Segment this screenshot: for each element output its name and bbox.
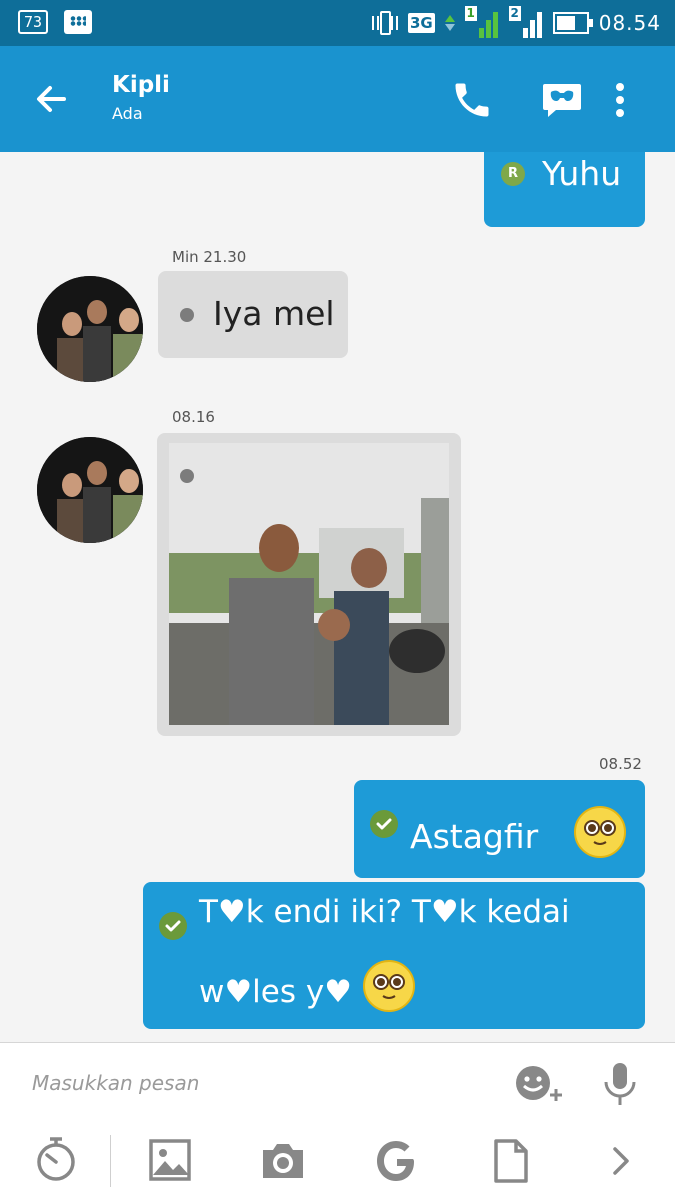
google-icon[interactable] — [375, 1139, 419, 1183]
message-text: Yuhu — [542, 154, 622, 193]
message-text-line-2: w♥les y♥ — [199, 974, 352, 1010]
timer-icon[interactable] — [34, 1135, 78, 1183]
contact-name[interactable]: Kipli — [112, 72, 170, 98]
message-list[interactable]: R Yuhu Min 21.30 Iya mel 08.16 08.52 Ast… — [0, 152, 675, 1042]
contact-avatar[interactable] — [37, 437, 143, 543]
back-arrow-icon[interactable] — [30, 78, 72, 120]
message-input[interactable] — [32, 1071, 482, 1095]
message-text: Iya mel — [213, 294, 335, 333]
battery-icon — [552, 12, 593, 34]
read-status-icon: R — [501, 162, 525, 186]
bbm-video-icon[interactable] — [540, 78, 584, 122]
bbm-notification-icon — [64, 10, 93, 34]
message-text: Astagfir — [410, 817, 539, 856]
unread-dot-icon — [180, 308, 194, 322]
message-timestamp: 08.16 — [172, 408, 215, 426]
contact-avatar[interactable] — [37, 276, 143, 382]
toolbar-divider — [110, 1135, 111, 1187]
shared-photo[interactable] — [169, 443, 449, 725]
incoming-message[interactable]: Iya mel — [158, 271, 348, 358]
emoji-add-icon[interactable] — [513, 1063, 565, 1103]
chat-header: Kipli Ada — [0, 46, 675, 152]
delivered-check-icon — [159, 912, 187, 940]
clock: 08.54 — [598, 11, 661, 35]
pleading-face-emoji — [363, 960, 415, 1012]
message-timestamp: 08.52 — [599, 755, 642, 773]
network-type-label: 3G — [407, 13, 435, 33]
composer — [0, 1042, 675, 1200]
gallery-icon[interactable] — [149, 1139, 191, 1181]
microphone-icon[interactable] — [600, 1061, 640, 1107]
data-activity-icon — [444, 15, 455, 31]
contact-status: Ada — [112, 104, 143, 123]
outgoing-message[interactable]: Astagfir — [354, 780, 645, 878]
unread-dot-icon — [180, 469, 194, 483]
outgoing-message[interactable]: R Yuhu — [484, 152, 645, 227]
phone-icon[interactable] — [450, 78, 494, 122]
signal-sim2-icon: 2 — [508, 6, 543, 38]
file-icon[interactable] — [493, 1138, 529, 1184]
incoming-photo-message[interactable] — [157, 433, 461, 736]
outgoing-message[interactable]: T♥k endi iki? T♥k kedai w♥les y♥ — [143, 882, 645, 1029]
delivered-check-icon — [370, 810, 398, 838]
message-text-line-1: T♥k endi iki? T♥k kedai — [199, 894, 570, 930]
chevron-right-icon[interactable] — [610, 1145, 632, 1177]
vibrate-icon — [371, 9, 398, 37]
more-vert-icon[interactable] — [608, 78, 652, 122]
signal-sim1-icon: 1 — [464, 6, 499, 38]
message-timestamp: Min 21.30 — [172, 248, 247, 266]
camera-icon[interactable] — [259, 1140, 307, 1182]
battery-percent-badge: 73 — [18, 10, 49, 34]
pleading-face-emoji — [574, 806, 626, 858]
status-bar: 73 3G 1 2 08.54 — [0, 0, 675, 46]
